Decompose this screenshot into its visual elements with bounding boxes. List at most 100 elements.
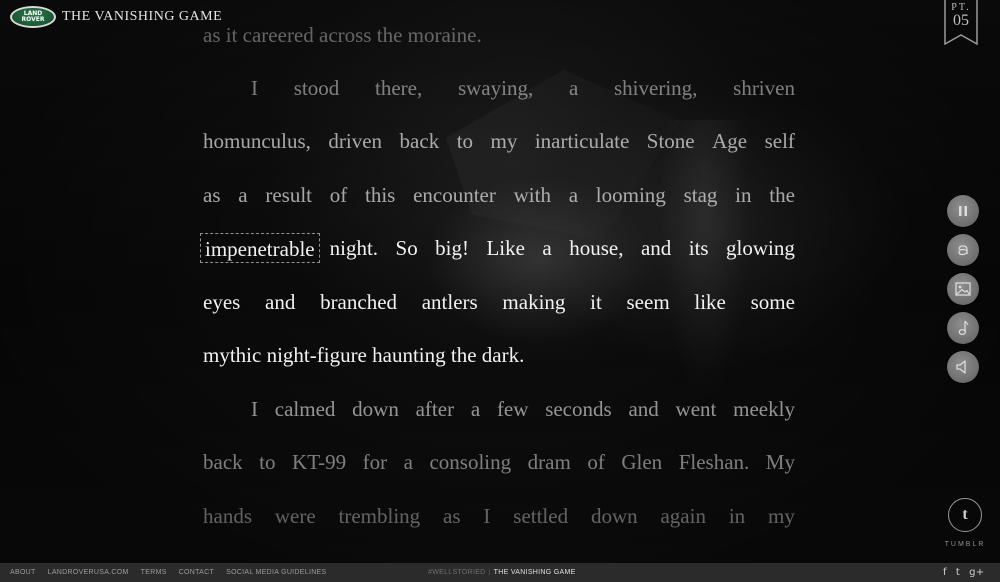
story-word: a (238, 183, 248, 207)
story-word: back (399, 129, 440, 153)
story-word: and (265, 290, 296, 314)
story-word: of (329, 183, 348, 207)
story-word: Stone (646, 129, 695, 153)
story-word: calmed (274, 397, 336, 421)
story-word: a (470, 397, 481, 421)
story-line: Icalmed down after a few seconds and went meekly (203, 394, 795, 424)
hashtag-link[interactable]: #WELLSTORIED (428, 569, 486, 576)
brand[interactable]: LAND ROVER THE VANISHING GAME (10, 6, 222, 28)
story-line: Istood there, swaying, a shivering, shriven (203, 73, 795, 103)
tumblr-icon: t (962, 506, 968, 523)
facebook-icon[interactable]: f (943, 567, 947, 578)
story-word: swaying, (457, 76, 534, 100)
story-word: shriven (733, 76, 795, 100)
story-word: stood (293, 76, 340, 100)
story-line: as a result of this encounter with a looming stag… (203, 180, 795, 210)
story-word: it (590, 290, 602, 314)
pause-button[interactable] (947, 195, 979, 227)
story-word: Fleshan. (678, 450, 750, 474)
chapter-badge[interactable]: PT. 05 (944, 0, 978, 46)
story-word: My (765, 450, 795, 474)
story-line: back to KT-99 for a consoling dram of Glen Flesha… (203, 447, 795, 477)
story-word: few (496, 397, 529, 421)
music-note-icon (958, 320, 969, 336)
sound-button[interactable] (947, 351, 979, 383)
story-word: antlers (421, 290, 478, 314)
story-word: back (203, 450, 243, 474)
a-icon (958, 245, 968, 256)
story-word: like (694, 290, 726, 314)
music-button[interactable] (947, 312, 979, 344)
story-word: as (203, 183, 221, 207)
story-word: a (568, 76, 579, 100)
story-word: were (274, 504, 316, 528)
story-word: driven (328, 129, 383, 153)
story-word: this (364, 183, 396, 207)
story-word: Age (712, 129, 748, 153)
story-word: my (768, 504, 795, 528)
tumblr-button[interactable]: t (948, 498, 982, 532)
story-word: I (251, 397, 258, 421)
chapter-number: 05 (953, 12, 969, 29)
tumblr-label: TUMBLR (944, 541, 986, 548)
story-line: homunculus, driven back to my inarticulate Sto… (203, 126, 795, 156)
story-word: self (764, 129, 795, 153)
story-word: result (265, 183, 312, 207)
images-button[interactable] (947, 273, 979, 305)
footer: ABOUT LANDROVERUSA.COM TERMS CONTACT SOC… (0, 563, 1000, 582)
story-word: seconds (545, 397, 612, 421)
footer-link-social-guidelines[interactable]: SOCIAL MEDIA GUIDELINES (226, 569, 326, 576)
story-word: inarticulate (534, 129, 630, 153)
pause-icon (959, 206, 967, 216)
story-word: I (483, 504, 491, 528)
story-word: went (675, 397, 717, 421)
story-word: of (587, 450, 605, 474)
story-word: for (362, 450, 388, 474)
story-word: dram (527, 450, 571, 474)
story-word: again (660, 504, 706, 528)
story-word: house, (569, 236, 624, 260)
story-word: a (403, 450, 413, 474)
story-word: encounter (413, 183, 496, 207)
story-line: mythic night-figure haunting the dark. (203, 343, 525, 367)
story-word: and (628, 397, 659, 421)
story-word: shivering, (614, 76, 698, 100)
story-line: as it careered across the moraine. (203, 23, 482, 47)
land-rover-logo[interactable]: LAND ROVER (10, 6, 56, 28)
footer-link-landroverusa[interactable]: LANDROVERUSA.COM (48, 569, 129, 576)
story-word: in (735, 183, 752, 207)
story-word: So (395, 236, 418, 260)
speaker-icon (956, 360, 966, 374)
story-word: looming (595, 183, 666, 207)
story-word: night. (329, 236, 379, 260)
story-line: hands were trembling as Isettled down again in m… (203, 501, 795, 531)
story-word: a (542, 236, 552, 260)
story-word: glowing (726, 236, 795, 260)
story-word: homunculus, (203, 129, 311, 153)
story-word: I (251, 76, 258, 100)
current-story-link[interactable]: THE VANISHING GAME (494, 569, 576, 576)
twitter-icon[interactable]: t (956, 567, 960, 578)
story-word: with (513, 183, 551, 207)
story-word: after (415, 397, 455, 421)
footer-breadcrumb: #WELLSTORIED | THE VANISHING GAME (428, 569, 576, 576)
story-word: stag (683, 183, 718, 207)
google-plus-icon[interactable]: g+ (969, 567, 984, 578)
story-word: a (568, 183, 579, 207)
footer-link-about[interactable]: ABOUT (10, 569, 36, 576)
story-word: hands (203, 504, 252, 528)
story-word: some (750, 290, 795, 314)
story-word: branched (320, 290, 398, 314)
story-word: in (728, 504, 746, 528)
footer-link-contact[interactable]: CONTACT (179, 569, 214, 576)
story-word: its (688, 236, 709, 260)
social-links: f t g+ (943, 567, 984, 578)
story-word: settled (513, 504, 569, 528)
highlighted-word[interactable]: impenetrable (200, 233, 320, 263)
story-word: my (490, 129, 518, 153)
game-title[interactable]: THE VANISHING GAME (62, 9, 222, 25)
story-word: the (769, 183, 795, 207)
footer-link-terms[interactable]: TERMS (141, 569, 167, 576)
glossary-button[interactable] (947, 234, 979, 266)
story-word: making (502, 290, 566, 314)
